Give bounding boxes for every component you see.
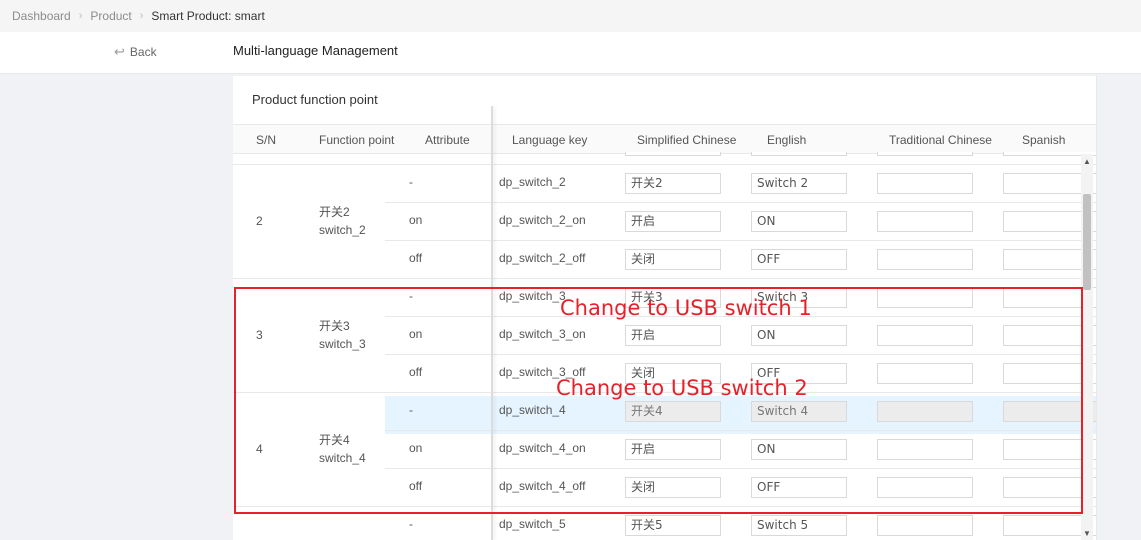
english-input[interactable]: ON xyxy=(751,211,847,232)
breadcrumb-product[interactable]: Product xyxy=(90,9,131,23)
column-header-sn: S/N xyxy=(256,133,277,147)
chevron-right-icon: › xyxy=(78,10,83,22)
card-title: Product function point xyxy=(252,92,378,107)
triangle-down-icon[interactable]: ▼ xyxy=(1083,529,1091,538)
attribute-cell: on xyxy=(409,213,423,227)
traditional-chinese-input[interactable] xyxy=(877,249,973,270)
function-point-en: switch_2 xyxy=(319,223,366,237)
function-point-cn: 开关2 xyxy=(319,205,350,219)
traditional-chinese-input[interactable] xyxy=(877,173,973,194)
annotation-box xyxy=(234,287,1083,514)
column-header-language-key: Language key xyxy=(512,133,588,147)
traditional-chinese-input[interactable] xyxy=(877,515,973,536)
language-key-cell: dp_switch_2_off xyxy=(499,251,586,265)
simplified-chinese-input[interactable]: 开启 xyxy=(625,211,721,232)
english-input[interactable]: Switch 2 xyxy=(751,173,847,194)
breadcrumb-current: Smart Product: smart xyxy=(151,9,265,23)
back-label: Back xyxy=(129,45,157,59)
language-key-cell: dp_switch_2 xyxy=(499,175,566,189)
simplified-chinese-input[interactable]: 关闭 xyxy=(625,249,721,270)
function-point-name: 开关2 switch_2 xyxy=(319,203,366,239)
breadcrumb: Dashboard › Product › Smart Product: sma… xyxy=(0,0,1141,32)
traditional-chinese-input[interactable] xyxy=(877,211,973,232)
english-input[interactable]: OFF xyxy=(751,249,847,270)
language-key-cell: dp_switch_5 xyxy=(499,517,566,531)
triangle-up-icon[interactable]: ▲ xyxy=(1083,157,1091,166)
table-header: S/N Function point Attribute Language ke… xyxy=(233,124,1096,154)
row-sn: 2 xyxy=(256,214,263,228)
page-header: ↩ Back Multi-language Management xyxy=(0,32,1141,74)
annotation-note-2: Change to USB switch 2 xyxy=(556,376,808,400)
annotation-note-1: Change to USB switch 1 xyxy=(560,296,812,320)
simplified-chinese-input[interactable]: 开关2 xyxy=(625,173,721,194)
page-title: Multi-language Management xyxy=(233,43,398,58)
attribute-cell: - xyxy=(409,175,413,189)
language-key-cell: dp_switch_2_on xyxy=(499,213,586,227)
breadcrumb-dashboard[interactable]: Dashboard xyxy=(12,9,71,23)
english-input[interactable]: Switch 5 xyxy=(751,515,847,536)
column-header-simplified-chinese: Simplified Chinese xyxy=(637,133,737,147)
attribute-cell: - xyxy=(409,517,413,531)
attribute-cell: off xyxy=(409,251,423,265)
simplified-chinese-input[interactable] xyxy=(625,152,721,156)
back-button[interactable]: ↩ Back xyxy=(114,44,157,60)
column-header-attribute: Attribute xyxy=(425,133,470,147)
column-header-function-point: Function point xyxy=(319,133,395,147)
english-input[interactable] xyxy=(751,152,847,156)
back-arrow-icon: ↩ xyxy=(114,44,125,59)
chevron-right-icon: › xyxy=(139,10,144,22)
column-header-traditional-chinese: Traditional Chinese xyxy=(889,133,992,147)
simplified-chinese-input[interactable]: 开关5 xyxy=(625,515,721,536)
traditional-chinese-input[interactable] xyxy=(877,152,973,156)
column-header-spanish: Spanish xyxy=(1022,133,1066,147)
scrollbar-thumb[interactable] xyxy=(1083,194,1091,290)
column-header-english: English xyxy=(767,133,807,147)
